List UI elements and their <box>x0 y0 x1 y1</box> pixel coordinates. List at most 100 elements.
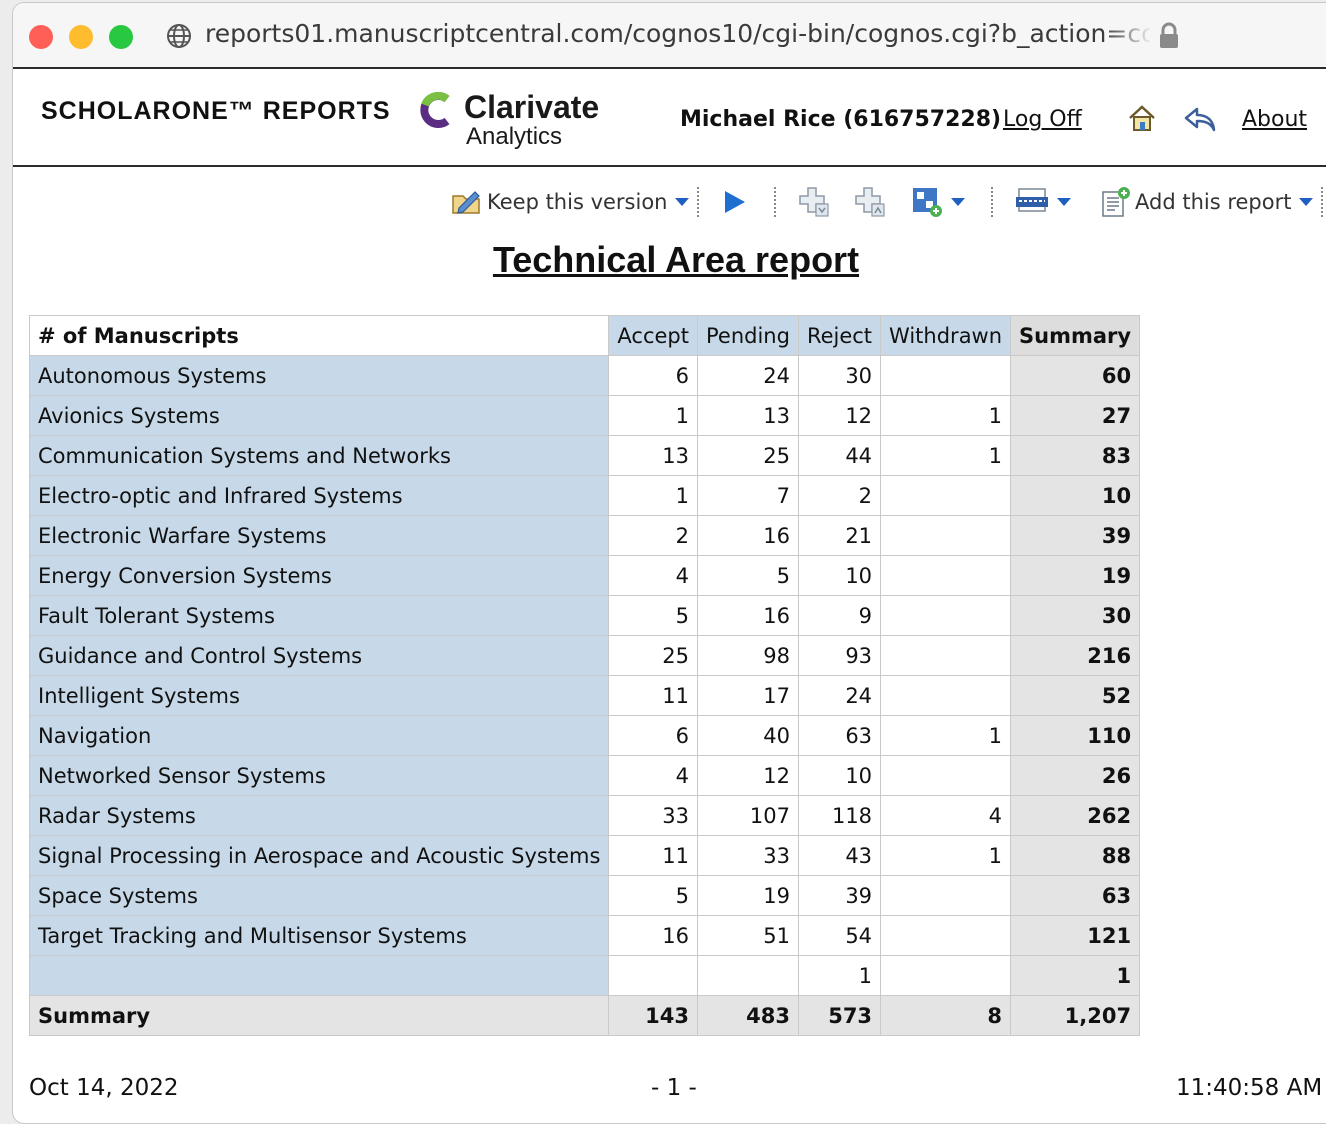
add-report-icon <box>1102 187 1130 217</box>
report-toolbar: Keep this version Add this report <box>13 179 1326 229</box>
cell-reject: 118 <box>797 795 882 836</box>
keep-version-button[interactable]: Keep this version <box>451 185 690 219</box>
report-header: SCHOLARONE™ REPORTS Clarivate Analytics … <box>13 69 1326 167</box>
row-header: Signal Processing in Aerospace and Acous… <box>28 835 610 876</box>
cell-withdrawn <box>880 915 1012 956</box>
run-icon[interactable] <box>721 185 749 219</box>
table-row: Autonomous Systems 6 24 30 60 <box>28 355 1141 396</box>
footer-date: Oct 14, 2022 <box>29 1075 179 1101</box>
column-header-reject: Reject <box>797 315 882 356</box>
address-bar[interactable]: reports01.manuscriptcentral.com/cognos10… <box>205 19 1150 48</box>
row-header <box>28 955 610 996</box>
clarivate-logo-icon <box>420 91 450 128</box>
cell-pending: 483 <box>696 995 799 1036</box>
cell-accept: 33 <box>608 795 698 836</box>
cell-pending: 24 <box>696 355 799 396</box>
related-links-button[interactable] <box>911 185 965 219</box>
cell-summary: 110 <box>1010 715 1141 756</box>
report-title: Technical Area report <box>492 239 860 280</box>
cell-reject: 573 <box>797 995 882 1036</box>
cell-summary: 30 <box>1010 595 1141 636</box>
cell-withdrawn <box>880 515 1012 556</box>
cell-withdrawn: 8 <box>880 995 1012 1036</box>
table-row: Electronic Warfare Systems 2 16 21 39 <box>28 515 1141 556</box>
related-links-icon <box>913 188 942 217</box>
table-row: Navigation 6 40 63 1 110 <box>28 715 1141 756</box>
table-row: Intelligent Systems 11 17 24 52 <box>28 675 1141 716</box>
cell-pending: 13 <box>696 395 799 436</box>
html-format-icon <box>1016 188 1048 212</box>
cell-reject: 21 <box>797 515 882 556</box>
cell-reject: 10 <box>797 555 882 596</box>
row-header: Space Systems <box>28 875 610 916</box>
add-report-button[interactable]: Add this report <box>1101 185 1314 219</box>
cell-accept: 5 <box>608 875 698 916</box>
table-header-row: # of Manuscripts Accept Pending Reject W… <box>28 315 1141 356</box>
cell-pending: 107 <box>696 795 799 836</box>
cell-accept: 13 <box>608 435 698 476</box>
row-header: Networked Sensor Systems <box>28 755 610 796</box>
row-header: Radar Systems <box>28 795 610 836</box>
row-header: Electronic Warfare Systems <box>28 515 610 556</box>
minimize-window-button[interactable] <box>69 25 93 49</box>
lock-icon <box>1160 22 1178 48</box>
footer-page-number: - 1 - <box>651 1075 697 1101</box>
cell-summary: 52 <box>1010 675 1141 716</box>
cell-pending: 33 <box>696 835 799 876</box>
corner-header: # of Manuscripts <box>28 315 610 356</box>
cell-summary: 19 <box>1010 555 1141 596</box>
cell-withdrawn <box>880 595 1012 636</box>
cell-pending: 40 <box>696 715 799 756</box>
zoom-window-button[interactable] <box>109 25 133 49</box>
row-header: Guidance and Control Systems <box>28 635 610 676</box>
cell-summary: 10 <box>1010 475 1141 516</box>
cell-accept: 5 <box>608 595 698 636</box>
cell-reject: 1 <box>797 955 882 996</box>
report-table-body: Autonomous Systems 6 24 30 60 Avionics System… <box>28 355 1141 1036</box>
table-row: Guidance and Control Systems 25 98 93 216 <box>28 635 1141 676</box>
chevron-down-icon <box>951 198 965 206</box>
column-header-pending: Pending <box>696 315 799 356</box>
cell-summary: 262 <box>1010 795 1141 836</box>
cell-pending: 12 <box>696 755 799 796</box>
keep-version-label: Keep this version <box>487 190 668 214</box>
cell-summary: 26 <box>1010 755 1141 796</box>
cell-withdrawn <box>880 635 1012 676</box>
view-format-button[interactable] <box>1015 185 1071 219</box>
row-header: Intelligent Systems <box>28 675 610 716</box>
cell-pending: 19 <box>696 875 799 916</box>
close-window-button[interactable] <box>29 25 53 49</box>
drill-up-icon[interactable] <box>854 185 888 219</box>
return-icon[interactable] <box>1183 105 1217 133</box>
row-header: Communication Systems and Networks <box>28 435 610 476</box>
cell-withdrawn <box>880 675 1012 716</box>
scholarone-brand: SCHOLARONE™ REPORTS <box>41 97 391 125</box>
drill-down-icon[interactable] <box>798 185 832 219</box>
cell-pending: 7 <box>696 475 799 516</box>
cell-accept: 6 <box>608 715 698 756</box>
row-header: Target Tracking and Multisensor Systems <box>28 915 610 956</box>
summary-row: Summary 143 483 573 8 1,207 <box>28 995 1141 1036</box>
clarivate-logo-name: Clarivate <box>464 89 600 125</box>
toolbar-divider <box>774 187 776 217</box>
cell-withdrawn <box>880 955 1012 996</box>
chevron-down-icon <box>1057 198 1071 206</box>
cell-reject: 39 <box>797 875 882 916</box>
cell-accept: 2 <box>608 515 698 556</box>
cell-withdrawn <box>880 555 1012 596</box>
about-link[interactable]: About <box>1242 107 1307 132</box>
cell-accept: 4 <box>608 555 698 596</box>
cell-withdrawn: 1 <box>880 835 1012 876</box>
table-row: Networked Sensor Systems 4 12 10 26 <box>28 755 1141 796</box>
row-header: Energy Conversion Systems <box>28 555 610 596</box>
cell-withdrawn <box>880 355 1012 396</box>
cell-summary: 88 <box>1010 835 1141 876</box>
home-icon[interactable] <box>1127 103 1157 133</box>
cell-summary: 39 <box>1010 515 1141 556</box>
cell-withdrawn <box>880 475 1012 516</box>
log-off-link[interactable]: Log Off <box>1003 107 1082 132</box>
cell-withdrawn: 1 <box>880 435 1012 476</box>
cell-reject: 63 <box>797 715 882 756</box>
cell-withdrawn: 1 <box>880 395 1012 436</box>
browser-titlebar: reports01.manuscriptcentral.com/cognos10… <box>13 3 1326 69</box>
